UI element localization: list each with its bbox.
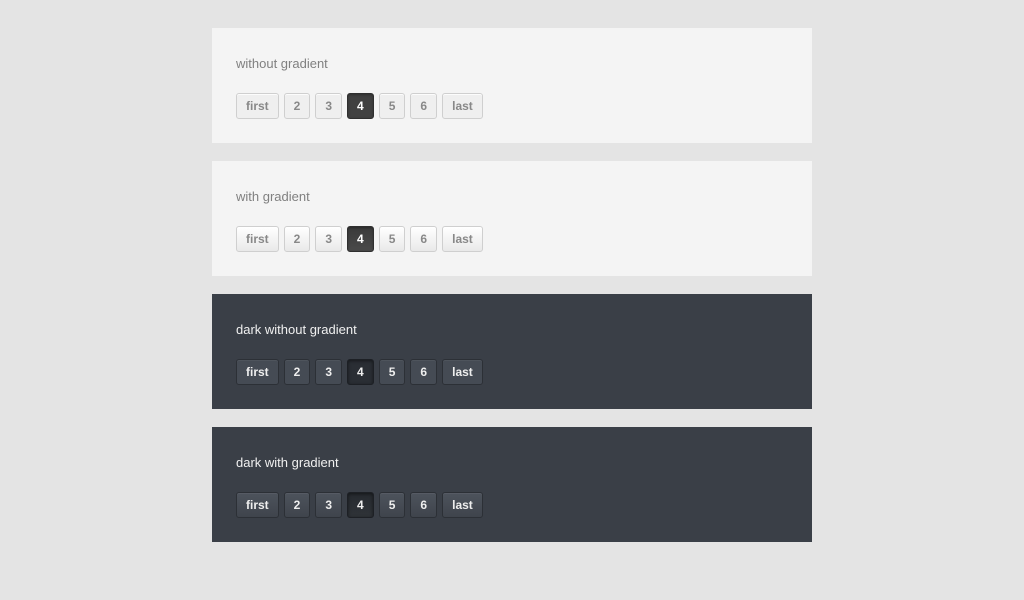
section-title: without gradient xyxy=(236,56,788,71)
page-2[interactable]: 2 xyxy=(284,359,311,385)
page-first[interactable]: first xyxy=(236,226,279,252)
page-5[interactable]: 5 xyxy=(379,93,406,119)
page-2[interactable]: 2 xyxy=(284,93,311,119)
pagination: first 2 3 4 5 6 last xyxy=(236,492,788,518)
page-3[interactable]: 3 xyxy=(315,93,342,119)
section-title: with gradient xyxy=(236,189,788,204)
page-last[interactable]: last xyxy=(442,93,483,119)
pagination: first 2 3 4 5 6 last xyxy=(236,93,788,119)
page-3[interactable]: 3 xyxy=(315,226,342,252)
page-5[interactable]: 5 xyxy=(379,226,406,252)
page-first[interactable]: first xyxy=(236,359,279,385)
panel-light-flat: without gradient first 2 3 4 5 6 last xyxy=(212,28,812,143)
page-last[interactable]: last xyxy=(442,226,483,252)
page-2[interactable]: 2 xyxy=(284,226,311,252)
page-last[interactable]: last xyxy=(442,359,483,385)
page-4[interactable]: 4 xyxy=(347,492,374,518)
section-title: dark without gradient xyxy=(236,322,788,337)
page-5[interactable]: 5 xyxy=(379,359,406,385)
page-4[interactable]: 4 xyxy=(347,226,374,252)
pagination: first 2 3 4 5 6 last xyxy=(236,226,788,252)
page-last[interactable]: last xyxy=(442,492,483,518)
pagination: first 2 3 4 5 6 last xyxy=(236,359,788,385)
page-6[interactable]: 6 xyxy=(410,93,437,119)
page-3[interactable]: 3 xyxy=(315,359,342,385)
page-5[interactable]: 5 xyxy=(379,492,406,518)
page-first[interactable]: first xyxy=(236,492,279,518)
section-title: dark with gradient xyxy=(236,455,788,470)
panel-dark-flat: dark without gradient first 2 3 4 5 6 la… xyxy=(212,294,812,409)
panel-dark-gradient: dark with gradient first 2 3 4 5 6 last xyxy=(212,427,812,542)
page-2[interactable]: 2 xyxy=(284,492,311,518)
page-6[interactable]: 6 xyxy=(410,226,437,252)
page-first[interactable]: first xyxy=(236,93,279,119)
page-6[interactable]: 6 xyxy=(410,492,437,518)
page-3[interactable]: 3 xyxy=(315,492,342,518)
page-4[interactable]: 4 xyxy=(347,93,374,119)
page-4[interactable]: 4 xyxy=(347,359,374,385)
page-6[interactable]: 6 xyxy=(410,359,437,385)
panel-light-gradient: with gradient first 2 3 4 5 6 last xyxy=(212,161,812,276)
